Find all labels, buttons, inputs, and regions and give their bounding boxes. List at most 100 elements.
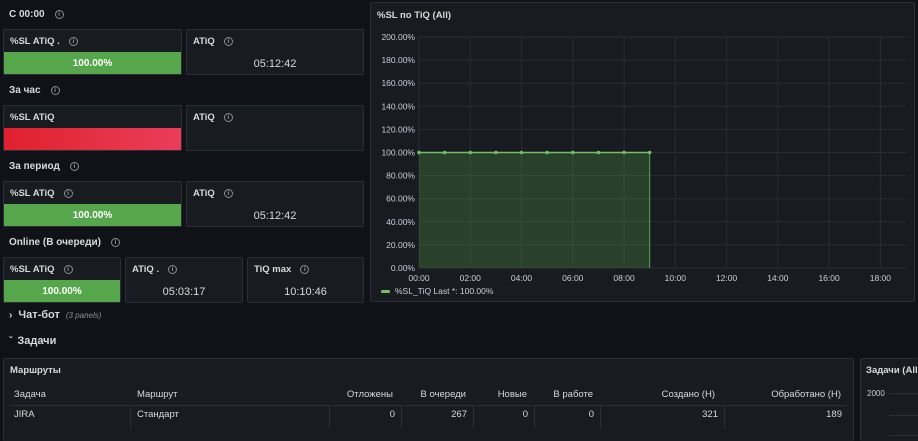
col-separator xyxy=(473,405,474,429)
panel-atiq-1[interactable]: ATiQ i 05:12:42 xyxy=(186,29,364,75)
col-separator xyxy=(329,405,330,429)
series-point xyxy=(647,150,652,155)
y-tick-label: 140.00% xyxy=(381,101,415,111)
panel-routes-table[interactable]: Маршруты Задача Маршрут Отложены В очере… xyxy=(3,358,854,441)
info-icon[interactable]: i xyxy=(168,265,178,274)
grid-line xyxy=(889,393,918,394)
row-tasks[interactable]: ˇ Задачи xyxy=(9,335,56,347)
x-tick-label: 08:00 xyxy=(613,273,635,283)
legend-label: %SL_TiQ Last *: 100.00% xyxy=(395,286,494,296)
sl-bar: 100.00% xyxy=(4,280,120,302)
info-icon[interactable]: i xyxy=(50,86,60,95)
panel-sl-atiq-2[interactable]: %SL ATiQ xyxy=(3,105,182,151)
row-title-per-hour[interactable]: За час i xyxy=(9,85,60,96)
col-header-created[interactable]: Создано (Н) xyxy=(662,389,715,400)
col-header-processed[interactable]: Обработано (Н) xyxy=(771,389,841,400)
sl-bar xyxy=(4,128,181,150)
cell-processed: 189 xyxy=(826,409,842,420)
col-header-in-queue[interactable]: В очереди xyxy=(421,389,467,400)
y-tick-label: 20.00% xyxy=(386,240,415,250)
atiq-value: 05:12:42 xyxy=(253,58,297,70)
info-icon[interactable]: i xyxy=(110,238,120,247)
info-icon[interactable]: i xyxy=(300,265,310,274)
series-point xyxy=(494,150,498,155)
series-area xyxy=(419,152,650,268)
y-tick-label: 60.00% xyxy=(386,194,415,204)
cell-new: 0 xyxy=(522,409,528,420)
cell-postponed: 0 xyxy=(389,409,395,420)
cell-in-queue: 267 xyxy=(451,409,467,420)
atiq-value: 05:12:42 xyxy=(253,210,297,222)
chevron-down-icon: ˇ xyxy=(9,335,13,347)
panel-atiq-2[interactable]: ATiQ i xyxy=(186,105,364,151)
atiq-value: 05:03:17 xyxy=(162,286,206,298)
row-title-since-midnight[interactable]: С 00:00 i xyxy=(9,9,64,20)
y-tick-label: 180.00% xyxy=(381,55,415,65)
x-tick-label: 02:00 xyxy=(460,273,482,283)
row-title-per-period[interactable]: За период i xyxy=(9,161,79,172)
info-icon[interactable]: i xyxy=(223,113,233,122)
x-tick-label: 04:00 xyxy=(511,273,533,283)
cell-created: 321 xyxy=(702,409,718,420)
col-header-in-work[interactable]: В работе xyxy=(553,389,593,400)
series-point xyxy=(519,150,524,155)
x-tick-label: 00:00 xyxy=(408,273,430,283)
series-point xyxy=(468,150,473,155)
grid-line xyxy=(889,415,918,416)
panel-sl-atiq-4[interactable]: %SL ATiQ i 100.00% xyxy=(3,257,121,303)
col-header-task[interactable]: Задача xyxy=(14,389,46,400)
col-separator xyxy=(600,405,601,429)
col-header-new[interactable]: Новые xyxy=(498,389,527,400)
col-header-postponed[interactable]: Отложены xyxy=(347,389,393,400)
series-point xyxy=(417,150,421,155)
info-icon[interactable]: i xyxy=(223,37,233,46)
series-point xyxy=(442,150,447,155)
sl-bar: 100.00% xyxy=(4,204,181,226)
series-point xyxy=(570,150,575,155)
tiq-max-value: 10:10:46 xyxy=(284,286,327,298)
col-separator xyxy=(534,405,535,429)
cell-task: JIRA xyxy=(14,409,35,420)
col-header-route[interactable]: Маршрут xyxy=(137,389,178,400)
panel-sl-tiq-chart[interactable]: %SL по TiQ (All) 0.00% 20.00% 40.00% 60.00%… xyxy=(370,2,915,302)
col-separator xyxy=(130,405,131,429)
chevron-right-icon: › xyxy=(9,309,13,321)
x-tick-label: 18:00 xyxy=(870,273,892,283)
info-icon[interactable]: i xyxy=(63,265,73,274)
sl-tiq-chart: 0.00% 20.00% 40.00% 60.00% 80.00% 100.00% 120.… xyxy=(381,32,906,296)
panel-tasks-chart[interactable]: Задачи (All 2000 xyxy=(860,358,918,441)
y-tick-label: 120.00% xyxy=(381,124,415,134)
panel-sl-atiq-1[interactable]: %SL ATiQ .i 100.00% xyxy=(3,29,182,75)
y-tick-label: 160.00% xyxy=(381,78,415,88)
info-icon[interactable]: i xyxy=(69,162,79,171)
cell-route: Стандарт xyxy=(137,409,179,420)
series-point xyxy=(622,150,626,155)
y-tick-label: 200.00% xyxy=(381,32,415,42)
panel-atiq-4[interactable]: ATiQ .i 05:03:17 xyxy=(125,257,243,303)
info-icon[interactable]: i xyxy=(63,189,73,198)
col-separator xyxy=(401,405,402,429)
y-tick-label: 0.00% xyxy=(391,263,416,273)
x-tick-label: 10:00 xyxy=(665,273,687,283)
legend-swatch xyxy=(381,290,390,293)
y-tick-label: 2000 xyxy=(867,389,885,398)
table-divider xyxy=(10,405,847,406)
col-separator xyxy=(724,405,725,429)
panel-sl-atiq-3[interactable]: %SL ATiQ i 100.00% xyxy=(3,181,182,227)
info-icon[interactable]: i xyxy=(68,37,78,46)
row-title-online[interactable]: Online (В очереди) i xyxy=(9,237,120,248)
y-tick-label: 40.00% xyxy=(386,217,415,227)
panel-atiq-3[interactable]: ATiQ i 05:12:42 xyxy=(186,181,364,227)
x-tick-label: 16:00 xyxy=(818,273,840,283)
y-tick-label: 100.00% xyxy=(381,148,415,158)
cell-in-work: 0 xyxy=(588,409,594,420)
row-chatbot[interactable]: › Чат-бот (3 panels) xyxy=(9,309,101,321)
info-icon[interactable]: i xyxy=(54,10,64,19)
series-point xyxy=(596,150,601,155)
y-tick-label: 80.00% xyxy=(386,171,415,181)
x-tick-label: 12:00 xyxy=(716,273,738,283)
x-tick-label: 14:00 xyxy=(767,273,789,283)
panel-tiq-max[interactable]: TiQ max i 10:10:46 xyxy=(247,257,364,303)
info-icon[interactable]: i xyxy=(223,189,233,198)
series-point xyxy=(545,150,549,155)
